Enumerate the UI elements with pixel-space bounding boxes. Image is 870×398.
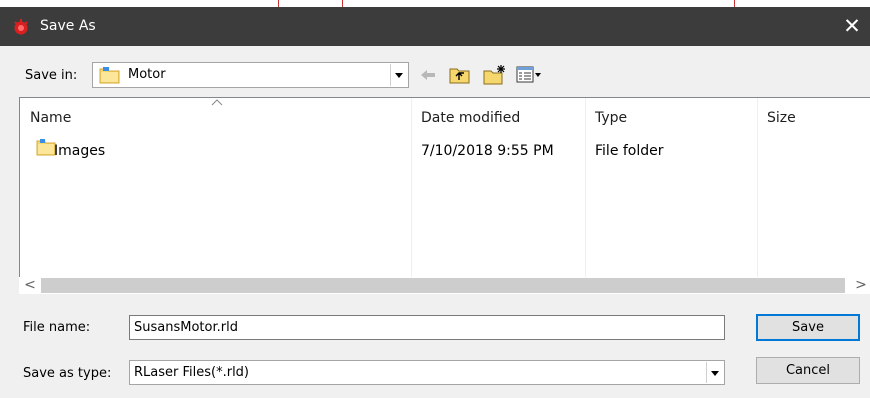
sort-ascending-icon xyxy=(211,99,223,106)
folder-icon xyxy=(99,67,120,84)
date-modified-cell: 7/10/2018 9:55 PM xyxy=(421,143,554,159)
save-as-type-label: Save as type: xyxy=(23,366,112,381)
folder-icon xyxy=(36,139,56,156)
save-in-label: Save in: xyxy=(25,68,78,83)
strip-marker xyxy=(342,0,343,7)
strip-marker xyxy=(734,0,735,7)
chevron-down-icon[interactable] xyxy=(706,362,723,383)
new-folder-icon xyxy=(483,65,505,85)
file-name-cell: Images xyxy=(54,143,106,159)
scroll-left-button[interactable]: < xyxy=(21,277,39,294)
strip-marker xyxy=(278,0,279,7)
scroll-right-button[interactable]: > xyxy=(852,277,870,294)
up-folder-icon xyxy=(449,68,470,84)
close-button[interactable]: ✕ xyxy=(840,13,864,39)
chevron-down-icon[interactable] xyxy=(390,64,407,86)
top-strip xyxy=(0,0,870,7)
column-divider xyxy=(757,98,758,280)
save-button[interactable]: Save xyxy=(756,314,860,341)
back-button[interactable] xyxy=(418,64,438,86)
new-folder-button[interactable] xyxy=(482,64,508,86)
column-header-size[interactable]: Size xyxy=(767,110,796,126)
column-divider xyxy=(585,98,586,280)
view-menu-icon xyxy=(516,66,541,83)
horizontal-scrollbar[interactable]: < > xyxy=(19,277,870,294)
file-name-label: File name: xyxy=(23,320,91,335)
column-header-type[interactable]: Type xyxy=(595,110,627,126)
window-title: Save As xyxy=(40,18,96,34)
column-header-name[interactable]: Name xyxy=(30,110,71,126)
app-icon xyxy=(14,19,28,35)
save-in-value: Motor xyxy=(128,67,166,82)
type-cell: File folder xyxy=(595,143,664,159)
scrollbar-thumb[interactable] xyxy=(41,278,845,293)
column-divider xyxy=(411,98,412,280)
view-menu-button[interactable] xyxy=(515,64,543,86)
save-in-dropdown[interactable]: Motor xyxy=(92,62,409,88)
save-as-type-dropdown[interactable]: RLaser Files(*.rld) xyxy=(129,360,725,385)
file-name-input[interactable]: SusansMotor.rld xyxy=(129,315,725,340)
up-folder-button[interactable] xyxy=(448,64,472,86)
save-as-type-value: RLaser Files(*.rld) xyxy=(134,365,250,380)
cancel-button[interactable]: Cancel xyxy=(756,357,860,384)
file-list[interactable]: Name Date modified Type Size Images 7/10… xyxy=(19,97,870,281)
column-header-date-modified[interactable]: Date modified xyxy=(421,110,520,126)
title-bar[interactable]: Save As ✕ xyxy=(0,7,870,46)
back-arrow-icon xyxy=(421,70,435,80)
